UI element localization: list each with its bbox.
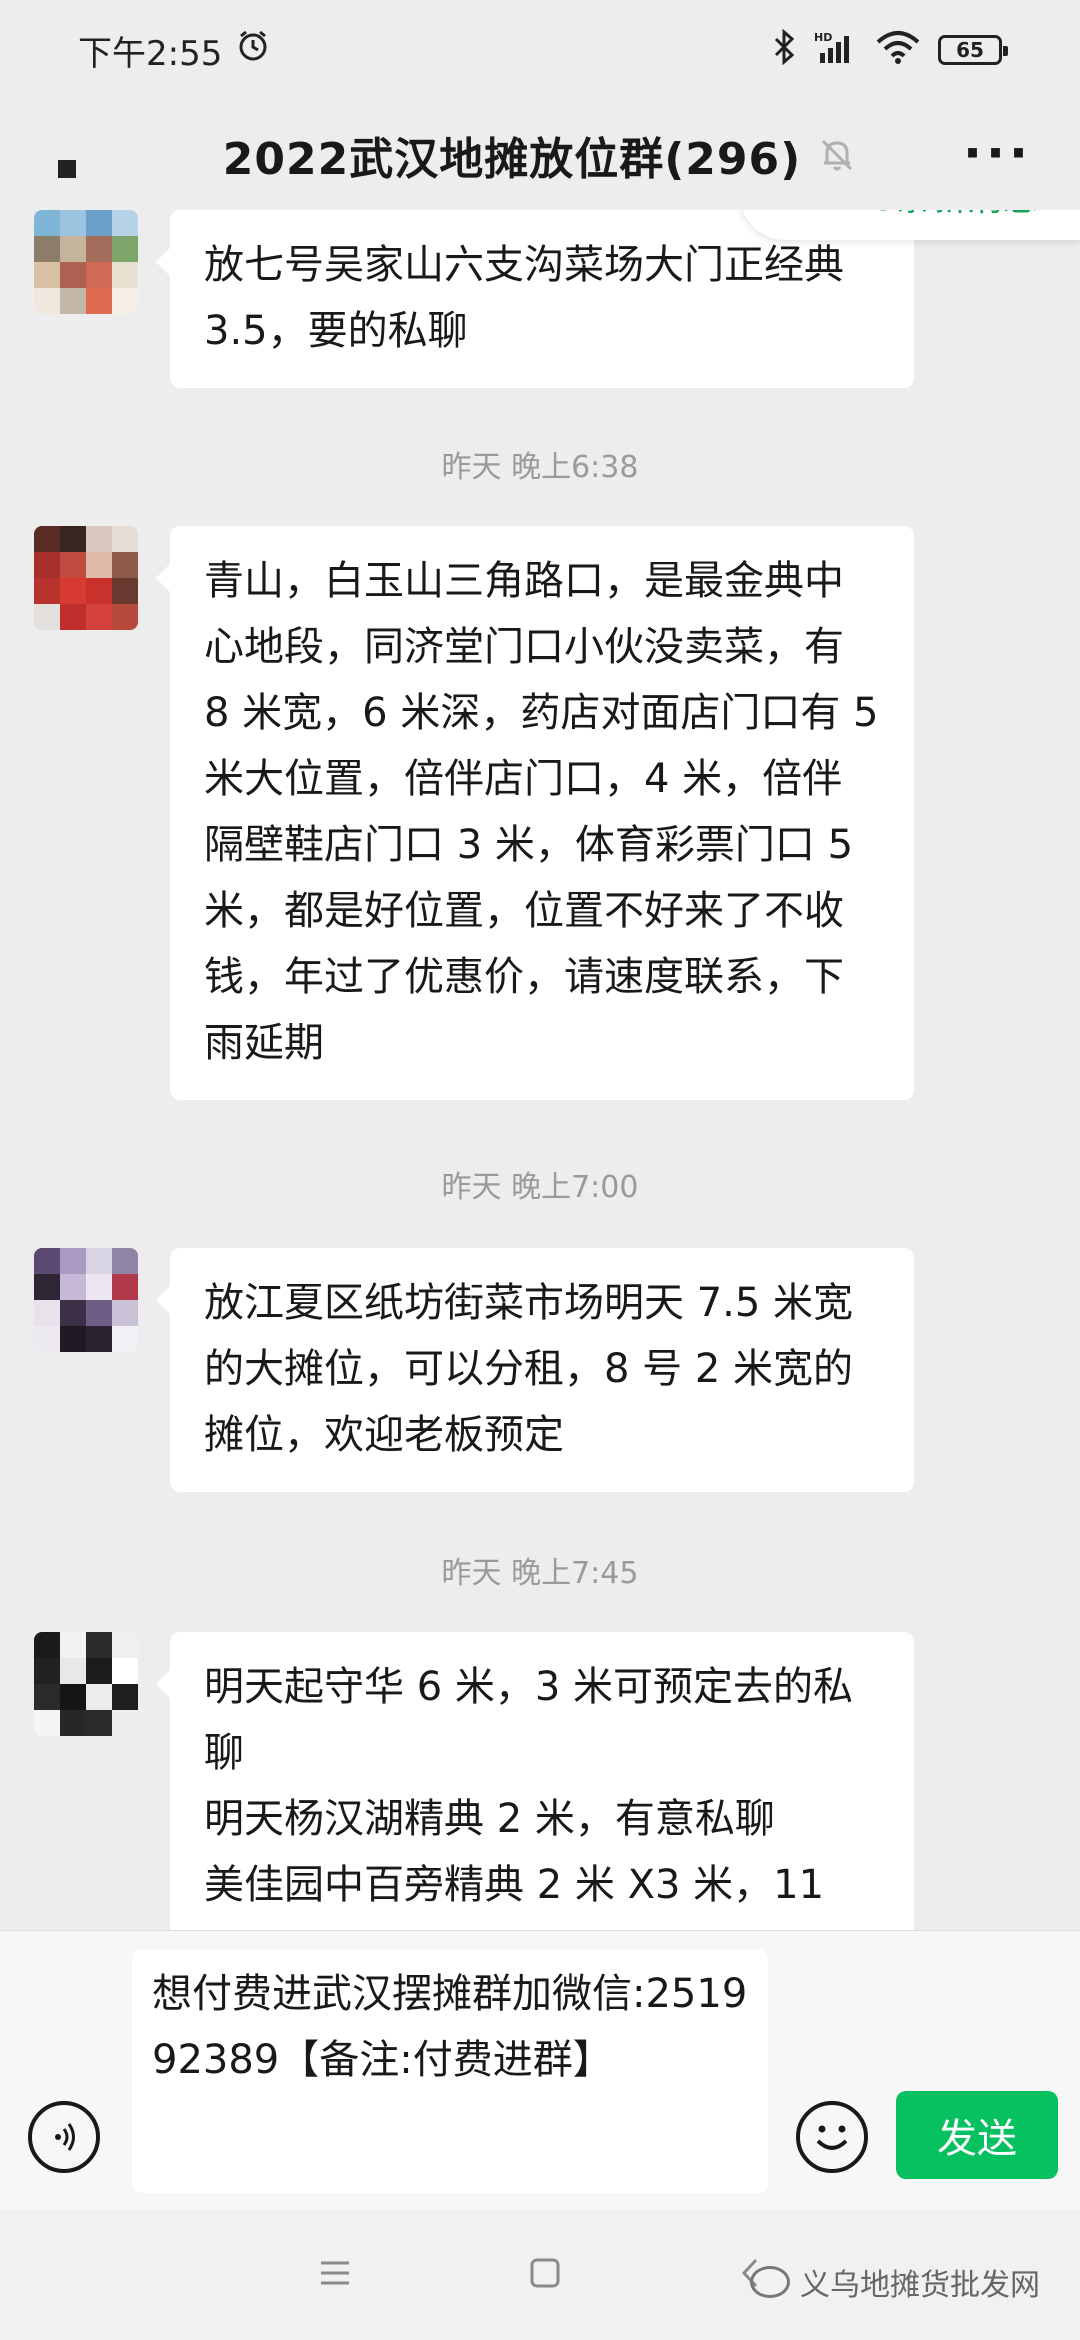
input-bar: 想付费进武汉摆摊群加微信:251992389【备注:付费进群】 发送 (0, 1930, 1080, 2210)
avatar[interactable] (34, 526, 138, 630)
battery-level: 65 (956, 38, 984, 62)
watermark-text: 义乌地摊货批发网 (800, 2268, 1040, 2303)
new-messages-label: 118条新消息 (826, 210, 1039, 221)
chat-area[interactable]: 放七号吴家山六支沟菜场大门正经典 3.5，要的私聊 118条新消息 昨天 晚上6… (0, 210, 1080, 1930)
bluetooth-icon (772, 28, 796, 72)
new-messages-button[interactable]: 118条新消息 (740, 210, 1080, 240)
timestamp: 昨天 晚上7:00 (441, 1170, 639, 1205)
voice-input-icon[interactable] (28, 2101, 100, 2173)
send-button[interactable]: 发送 (896, 2091, 1058, 2179)
menu-icon[interactable] (318, 2258, 352, 2292)
timestamp: 昨天 晚上7:45 (441, 1556, 639, 1591)
mute-bell-icon (817, 135, 857, 175)
alarm-icon (236, 29, 270, 72)
more-icon[interactable]: ··· (963, 128, 1032, 178)
double-chevron-up-icon (784, 210, 808, 216)
status-bar: 下午2:55 HD 65 (0, 0, 1080, 100)
back-icon[interactable] (58, 160, 76, 178)
avatar[interactable] (34, 210, 138, 314)
avatar[interactable] (34, 1248, 138, 1352)
watermark: 义乌地摊货批发网 (750, 2260, 1040, 2304)
signal-hd-icon: HD (814, 29, 858, 72)
timestamp: 昨天 晚上6:38 (441, 450, 639, 485)
wifi-icon (876, 30, 920, 71)
home-icon[interactable] (528, 2256, 562, 2294)
message-bubble[interactable]: 放江夏区纸坊街菜市场明天 7.5 米宽的大摊位，可以分租，8 号 2 米宽的摊位… (156, 1248, 914, 1492)
battery-icon: 65 (938, 35, 1008, 65)
status-time: 下午2:55 (78, 33, 223, 74)
emoji-icon[interactable] (796, 2101, 868, 2173)
svg-text:HD: HD (814, 31, 832, 44)
message-bubble[interactable]: 明天起守华 6 米，3 米可预定去的私聊 明天杨汉湖精典 2 米，有意私聊 美佳… (156, 1632, 914, 1930)
message-input[interactable]: 想付费进武汉摆摊群加微信:251992389【备注:付费进群】 (132, 1949, 768, 2193)
avatar[interactable] (34, 1632, 138, 1736)
wechat-icon (750, 2266, 790, 2298)
page-title: 2022武汉地摊放位群(296) (222, 134, 802, 185)
chat-header: 2022武汉地摊放位群(296) ··· (0, 100, 1080, 210)
message-bubble[interactable]: 青山，白玉山三角路口，是最金典中心地段，同济堂门口小伙没卖菜，有 8 米宽，6 … (156, 526, 914, 1100)
